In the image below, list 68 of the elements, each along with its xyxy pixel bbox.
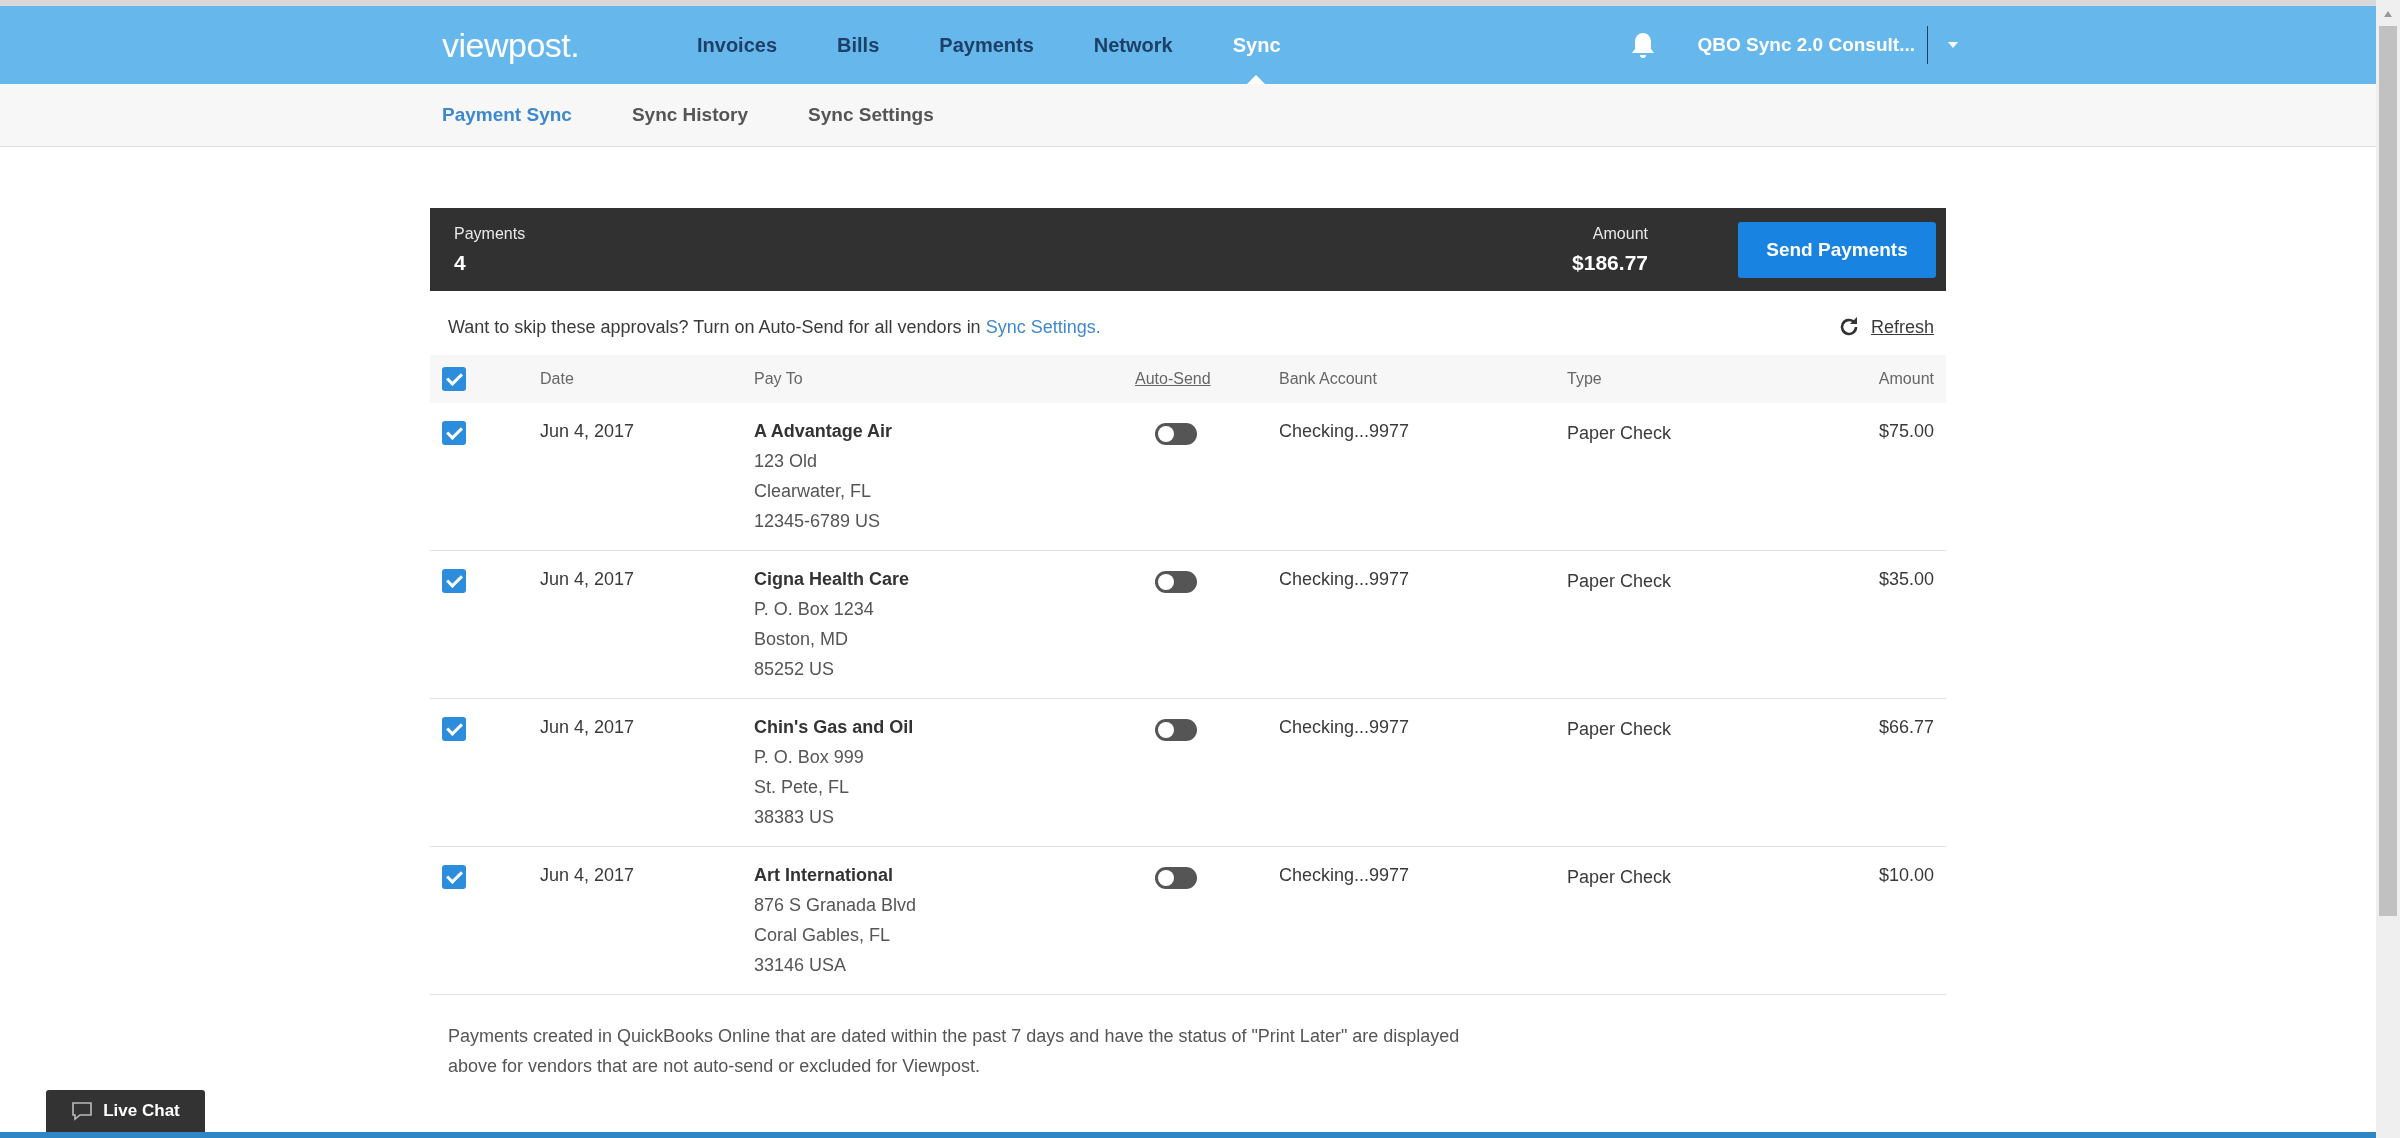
live-chat-button[interactable]: Live Chat — [46, 1090, 205, 1132]
address-line: P. O. Box 1234 — [754, 599, 875, 620]
auto-send-toggle[interactable] — [1155, 423, 1197, 445]
total-amount: $186.77 — [1572, 250, 1648, 275]
address-line: 85252 US — [754, 659, 836, 680]
payments-label: Payments — [454, 224, 527, 243]
address-line: 12345-6789 US — [754, 511, 882, 532]
table-cell-text: $66.77 — [1877, 717, 1934, 738]
table-cell-text: $35.00 — [1877, 569, 1934, 590]
amount-label: Amount — [1592, 224, 1648, 243]
payments-count: 4 — [454, 250, 467, 275]
auto-send-toggle[interactable] — [1155, 571, 1197, 593]
checkbox[interactable] — [442, 717, 466, 741]
address-line: P. O. Box 999 — [754, 747, 865, 768]
auto-send-toggle[interactable] — [1155, 867, 1197, 889]
checkbox[interactable] — [442, 569, 466, 593]
table-cell-text: $75.00 — [1877, 421, 1934, 442]
address-line: 123 Old — [754, 451, 819, 472]
column-header: Pay To — [754, 370, 804, 388]
payee-name: Chin's Gas and Oil — [754, 717, 915, 738]
scroll-up-icon[interactable] — [2383, 10, 2393, 18]
sub-tab[interactable]: Sync Settings — [808, 104, 934, 126]
address-line: St. Pete, FL — [754, 777, 851, 798]
send-payments-button[interactable]: Send Payments — [1738, 221, 1936, 278]
nav-tab[interactable]: Network — [1093, 6, 1201, 84]
table-cell-text: Jun 4, 2017 — [540, 569, 636, 590]
table-cell-text: Checking...9977 — [1279, 569, 1411, 590]
notice-text: Want to skip these approvals? Turn on Auto-Send for all vendors in Sync Settings. — [448, 316, 1102, 338]
nav-tab[interactable]: Bills — [837, 6, 908, 84]
payee-name: A Advantage Air — [754, 421, 894, 442]
scrollbar[interactable] — [2376, 0, 2400, 1138]
column-header: Date — [540, 370, 575, 388]
payee-name: Cigna Health Care — [754, 569, 911, 590]
sub-tab[interactable]: Payment Sync — [442, 104, 572, 126]
payee-name: Art International — [754, 865, 894, 886]
column-header: Bank Account — [1279, 370, 1378, 388]
auto-send-toggle[interactable] — [1155, 719, 1197, 741]
table-cell-text: Paper Check — [1567, 718, 1673, 740]
column-header: Type — [1567, 370, 1603, 388]
address-line: 33146 USA — [754, 955, 848, 976]
chat-icon — [71, 1101, 94, 1121]
table-cell-text: Checking...9977 — [1279, 421, 1411, 442]
address-line: Clearwater, FL — [754, 481, 873, 502]
footnote: Payments created in QuickBooks Online that are dated within the past 7 days and have the status of "Print Later" are displayed above for vendors that are not auto-send or excluded for Viewpost. — [447, 1025, 1461, 1078]
table-cell-text: Paper Check — [1567, 422, 1673, 444]
nav-tab[interactable]: Payments — [939, 6, 1062, 84]
table-cell-text: $10.00 — [1877, 865, 1934, 886]
table-cell-text: Jun 4, 2017 — [540, 717, 636, 738]
table-cell-text: Paper Check — [1567, 866, 1673, 888]
address-line: Boston, MD — [754, 629, 850, 650]
table-cell-text: Checking...9977 — [1279, 717, 1411, 738]
select-all-checkbox[interactable] — [442, 367, 466, 391]
refresh-link[interactable]: Refresh — [1870, 316, 1934, 338]
table-cell-text: Jun 4, 2017 — [540, 865, 636, 886]
caret-icon[interactable] — [1946, 40, 1960, 50]
checkbox[interactable] — [442, 865, 466, 889]
checkbox[interactable] — [442, 421, 466, 445]
sync-settings-link[interactable]: Sync Settings. — [985, 316, 1101, 337]
nav-tab[interactable]: Invoices — [697, 6, 806, 84]
table-cell-text: Checking...9977 — [1279, 865, 1411, 886]
column-header: Amount — [1877, 370, 1934, 388]
sub-tab[interactable]: Sync History — [631, 104, 749, 126]
table-cell-text: Paper Check — [1567, 570, 1673, 592]
address-line: 876 S Granada Blvd — [754, 895, 918, 916]
address-line: Coral Gables, FL — [754, 925, 892, 946]
address-line: 38383 US — [754, 807, 836, 828]
table-cell-text: Jun 4, 2017 — [540, 421, 636, 442]
column-header[interactable]: Auto-Send — [1135, 370, 1211, 388]
